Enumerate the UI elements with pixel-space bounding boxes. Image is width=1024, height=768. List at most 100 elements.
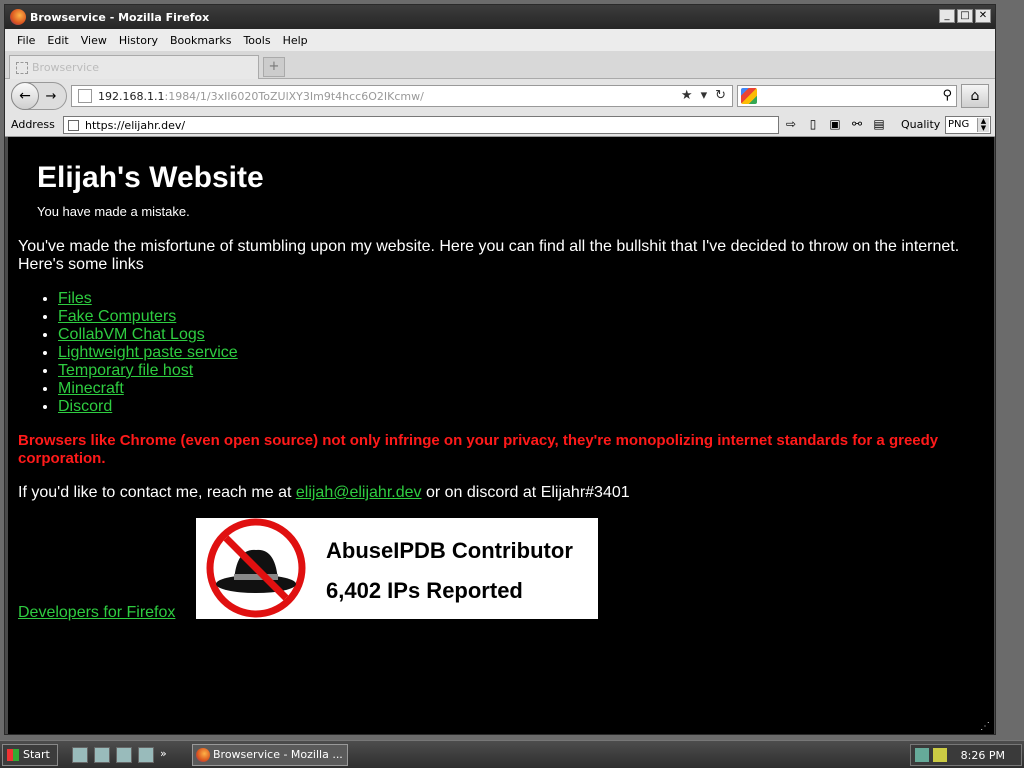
abuse-title: AbuseIPDB Contributor xyxy=(326,538,573,563)
link-minecraft[interactable]: Minecraft xyxy=(58,380,124,397)
minimize-button[interactable]: _ xyxy=(939,9,955,23)
system-tray: 8:26 PM xyxy=(910,744,1022,766)
browser-window: Browservice - Mozilla Firefox _ □ ✕ File… xyxy=(4,4,996,735)
address-tools: ⇨ ▯ ▣ ⚯ ▤ xyxy=(783,116,887,132)
url-path: :1984/1/3xIl6020ToZUlXY3Im9t4hcc6O2IKcmw… xyxy=(164,89,424,103)
taskbar: Start » Browservice - Mozilla ... 8:26 P… xyxy=(0,740,1024,768)
desktop: Browservice - Mozilla Firefox _ □ ✕ File… xyxy=(0,0,1024,768)
start-label: Start xyxy=(23,748,50,761)
browser-warning: Browsers like Chrome (even open source) … xyxy=(18,432,939,467)
intro-text: You've made the misfortune of stumbling … xyxy=(18,238,960,273)
url-bar-icons: ★ ▾ ↻ xyxy=(681,88,726,103)
search-box[interactable]: ⚲ xyxy=(737,85,957,107)
taskbar-item-firefox[interactable]: Browservice - Mozilla ... xyxy=(192,744,348,766)
link-discord[interactable]: Discord xyxy=(58,398,112,415)
link-fake-computers[interactable]: Fake Computers xyxy=(58,308,176,325)
url-host: 192.168.1.1 xyxy=(98,89,165,103)
contact-prefix: If you'd like to contact me, reach me at xyxy=(18,484,296,501)
taskbar-item-label: Browservice - Mozilla ... xyxy=(213,748,343,761)
links-list: Files Fake Computers CollabVM Chat Logs … xyxy=(58,290,238,416)
quality-label: Quality xyxy=(901,118,941,131)
developers-for-firefox-link[interactable]: Developers for Firefox xyxy=(18,604,175,622)
menu-file[interactable]: File xyxy=(11,34,41,47)
new-tab-button[interactable]: + xyxy=(263,57,285,77)
menu-bookmarks[interactable]: Bookmarks xyxy=(164,34,237,47)
windows-logo-icon xyxy=(7,749,19,761)
tab-browservice[interactable]: Browservice xyxy=(9,55,259,79)
list-item: Temporary file host xyxy=(58,362,238,380)
browservice-address-bar: Address ⇨ ▯ ▣ ⚯ ▤ Quality PNG ▲▼ xyxy=(5,113,995,137)
chevron-icon[interactable]: » xyxy=(160,747,168,763)
search-icon[interactable]: ⚲ xyxy=(942,88,952,103)
page-title: Elijah's Website xyxy=(37,161,264,194)
url-bar[interactable]: 192.168.1.1 :1984/1/3xIl6020ToZUlXY3Im9t… xyxy=(71,85,733,107)
page-icon xyxy=(16,61,28,74)
window-controls: _ □ ✕ xyxy=(939,9,991,23)
address-field[interactable] xyxy=(63,116,779,134)
firefox-icon xyxy=(10,9,26,25)
abuseipdb-badge[interactable]: AbuseIPDB Contributor 6,402 IPs Reported xyxy=(196,518,598,619)
clock: 8:26 PM xyxy=(960,749,1005,762)
google-search-engine-icon[interactable] xyxy=(741,88,757,104)
list-item: Discord xyxy=(58,398,238,416)
title-bar[interactable]: Browservice - Mozilla Firefox _ □ ✕ xyxy=(5,5,995,29)
back-forward-group: ← → xyxy=(11,82,67,110)
save-page-icon[interactable]: ▣ xyxy=(827,116,843,132)
list-item: Files xyxy=(58,290,238,308)
abuse-count: 6,402 IPs Reported xyxy=(326,578,523,603)
back-button[interactable]: ← xyxy=(11,82,39,110)
web-page: Elijah's Website You have made a mistake… xyxy=(8,137,994,734)
spinner-icon[interactable]: ▲ ▼ xyxy=(977,118,989,132)
no-hat-icon xyxy=(206,518,306,618)
list-item: CollabVM Chat Logs xyxy=(58,326,238,344)
email-link[interactable]: elijah@elijahr.dev xyxy=(296,484,422,501)
list-item: Lightweight paste service xyxy=(58,344,238,362)
contact-suffix: or on discord at Elijahr#3401 xyxy=(421,484,630,501)
quality-value: PNG xyxy=(948,119,970,130)
forward-button[interactable]: → xyxy=(39,89,63,104)
explorer-icon[interactable] xyxy=(138,747,154,763)
menu-tools[interactable]: Tools xyxy=(237,34,276,47)
network-icon[interactable] xyxy=(915,748,929,762)
link-paste-service[interactable]: Lightweight paste service xyxy=(58,344,238,361)
quality-select[interactable]: PNG ▲ ▼ xyxy=(945,116,991,134)
quick-launch: » xyxy=(72,747,168,763)
tab-strip: Browservice + xyxy=(5,51,995,79)
ie-icon[interactable] xyxy=(94,747,110,763)
start-button[interactable]: Start xyxy=(2,744,58,766)
find-icon[interactable]: ⚯ xyxy=(849,116,865,132)
bookmark-star-icon[interactable]: ★ xyxy=(681,88,693,103)
menu-help[interactable]: Help xyxy=(277,34,314,47)
desktop-icon[interactable] xyxy=(72,747,88,763)
home-button[interactable]: ⌂ xyxy=(961,84,989,108)
resize-grip-icon[interactable]: ⋰ xyxy=(980,721,990,732)
link-file-host[interactable]: Temporary file host xyxy=(58,362,193,379)
close-button[interactable]: ✕ xyxy=(975,9,991,23)
page-icon xyxy=(68,119,79,131)
list-item: Fake Computers xyxy=(58,308,238,326)
go-icon[interactable]: ⇨ xyxy=(783,116,799,132)
contact-line: If you'd like to contact me, reach me at… xyxy=(18,484,630,502)
firefox-icon xyxy=(196,748,210,762)
address-input[interactable] xyxy=(85,118,765,132)
list-item: Minecraft xyxy=(58,380,238,398)
bookmark-icon[interactable]: ▯ xyxy=(805,116,821,132)
tab-label: Browservice xyxy=(32,61,99,74)
link-files[interactable]: Files xyxy=(58,290,92,307)
clipboard-icon[interactable]: ▤ xyxy=(871,116,887,132)
security-icon[interactable] xyxy=(933,748,947,762)
outlook-icon[interactable] xyxy=(116,747,132,763)
address-label: Address xyxy=(11,118,55,131)
link-collabvm-chat-logs[interactable]: CollabVM Chat Logs xyxy=(58,326,205,343)
site-identity-icon[interactable] xyxy=(78,89,92,103)
window-title: Browservice - Mozilla Firefox xyxy=(30,10,210,24)
maximize-button[interactable]: □ xyxy=(957,9,973,23)
menu-view[interactable]: View xyxy=(75,34,113,47)
reload-icon[interactable]: ↻ xyxy=(715,88,726,103)
menu-edit[interactable]: Edit xyxy=(41,34,74,47)
navigation-bar: ← → 192.168.1.1 :1984/1/3xIl6020ToZUlXY3… xyxy=(5,79,995,113)
menu-bar: File Edit View History Bookmarks Tools H… xyxy=(5,29,995,51)
menu-history[interactable]: History xyxy=(113,34,164,47)
page-subtitle: You have made a mistake. xyxy=(37,204,190,219)
dropdown-arrow-icon[interactable]: ▾ xyxy=(701,88,708,103)
